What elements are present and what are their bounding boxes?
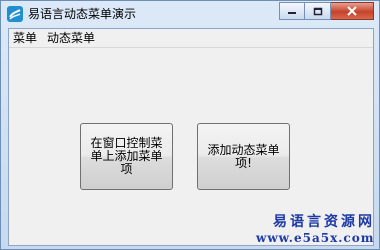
- window-title: 易语言动态菜单演示: [28, 7, 137, 21]
- add-dynamic-menu-item-label: 添加动态菜单项!: [207, 142, 280, 170]
- minimize-button[interactable]: [279, 2, 305, 20]
- watermark-site-name: 易语言资源网: [273, 214, 375, 230]
- close-button[interactable]: [331, 2, 374, 20]
- watermark-url: www.e5a5x.com: [256, 231, 375, 245]
- add-dynamic-menu-item-button[interactable]: 添加动态菜单项!: [197, 123, 290, 190]
- menu-bar: 菜单 动态菜单: [9, 29, 373, 48]
- maximize-icon: [313, 7, 322, 15]
- maximize-button[interactable]: [305, 2, 331, 20]
- minimize-icon: [288, 12, 296, 14]
- close-icon: [347, 6, 357, 16]
- menu-item-dynamic-menu[interactable]: 动态菜单: [43, 30, 101, 46]
- menu-item-menu[interactable]: 菜单: [9, 30, 43, 46]
- app-window: 易语言动态菜单演示 菜单 动态菜单 在窗口控制菜单上添加菜单项 添加动态菜单项!…: [0, 0, 380, 250]
- add-window-menu-item-label: 在窗口控制菜单上添加菜单项: [90, 136, 163, 176]
- app-icon: [7, 6, 23, 22]
- add-window-menu-item-button[interactable]: 在窗口控制菜单上添加菜单项: [80, 123, 173, 190]
- window-controls: [279, 2, 374, 21]
- title-bar[interactable]: 易语言动态菜单演示: [1, 1, 379, 28]
